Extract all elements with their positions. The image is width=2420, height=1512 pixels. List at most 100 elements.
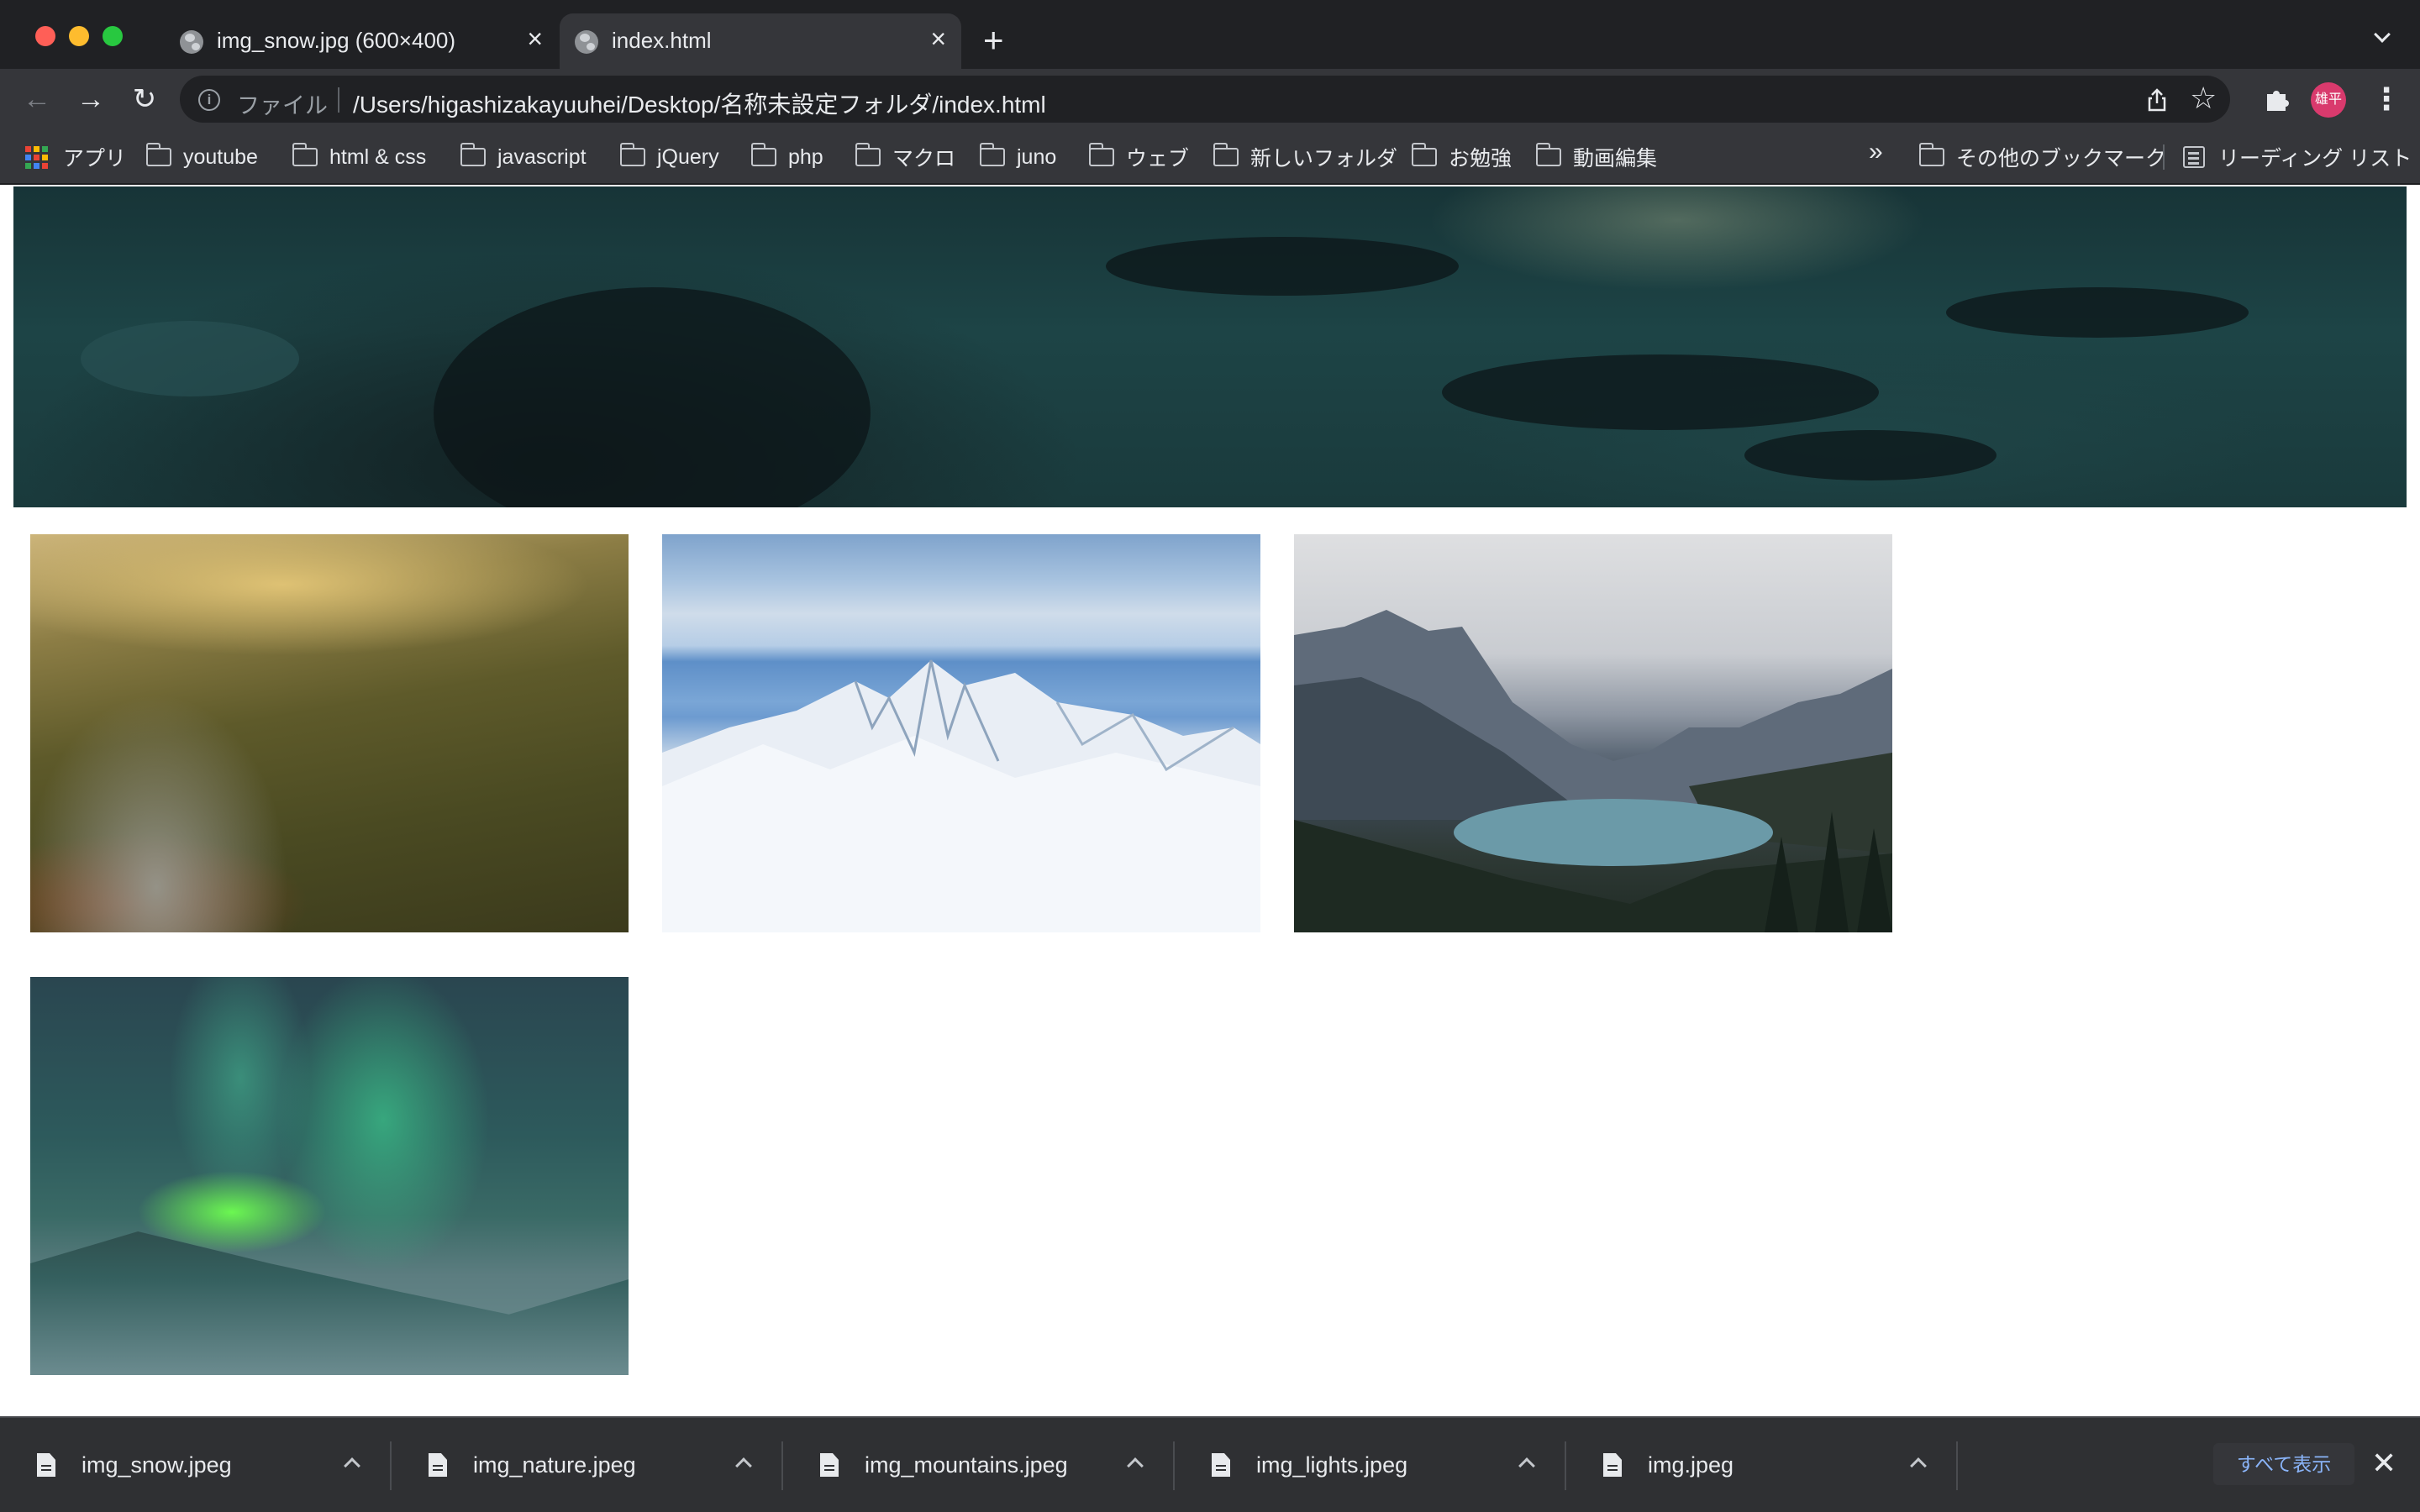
bookmark-label: お勉強 <box>1449 147 1512 171</box>
photo-mountains <box>1294 534 1892 932</box>
apps-grid-icon <box>25 145 48 169</box>
folder-icon <box>979 143 1005 166</box>
scheme-label: ファイル <box>237 93 328 118</box>
reload-button[interactable]: ↻ <box>126 81 163 118</box>
bookmark-new-folder[interactable]: 新しいフォルダ <box>1213 139 1397 175</box>
folder-icon <box>292 143 318 166</box>
window-minimize-button[interactable] <box>69 26 89 46</box>
bookmark-other-bookmarks[interactable]: その他のブックマーク <box>1918 139 2167 175</box>
folder-icon <box>1088 143 1114 166</box>
chevron-up-icon[interactable] <box>735 1457 752 1474</box>
browser-toolbar: ← → ↻ i ファイル /Users/higashizakayuuhei/De… <box>0 69 2420 129</box>
chevron-up-icon[interactable] <box>1910 1457 1927 1474</box>
forward-button[interactable]: → <box>72 81 109 118</box>
reading-list-button[interactable]: リーディング リスト <box>2183 139 2412 175</box>
bookmark-label: リーディング リスト <box>2218 147 2412 171</box>
bookmark-label: juno <box>1017 144 1057 169</box>
profile-avatar[interactable]: 雄平 <box>2311 82 2346 118</box>
bookmark-html-css[interactable]: html & css <box>292 139 426 175</box>
share-icon[interactable] <box>2144 87 2170 113</box>
hero-image <box>13 186 2407 507</box>
globe-icon <box>180 30 203 54</box>
bookmarks-overflow-button[interactable]: » <box>1869 138 1883 166</box>
bookmarks-bar: アプリ youtube html & css javascript jQuery… <box>0 129 2420 185</box>
tab-search-button[interactable] <box>2371 25 2395 49</box>
download-item[interactable]: img_nature.jpeg <box>392 1418 783 1512</box>
extensions-icon[interactable] <box>2260 82 2294 116</box>
folder-icon <box>619 143 645 166</box>
bookmark-apps[interactable]: アプリ <box>25 139 126 175</box>
download-filename: img.jpeg <box>1648 1452 1734 1478</box>
tab-strip: img_snow.jpg (600×400) × index.html × + <box>0 0 2420 69</box>
chevron-up-icon[interactable] <box>1518 1457 1535 1474</box>
folder-icon <box>750 143 776 166</box>
tab-title: index.html <box>612 28 712 53</box>
bookmark-label: youtube <box>183 144 258 169</box>
bookmark-label: その他のブックマーク <box>1956 147 2167 171</box>
bookmark-label: アプリ <box>63 147 127 171</box>
download-item[interactable]: img_lights.jpeg <box>1175 1418 1566 1512</box>
folder-icon <box>460 143 486 166</box>
tab-close-icon[interactable]: × <box>527 24 543 53</box>
bookmark-label: マクロ <box>892 147 956 171</box>
bookmark-label: 新しいフォルダ <box>1250 147 1398 171</box>
photo-lights <box>30 977 629 1375</box>
file-icon <box>1603 1453 1622 1477</box>
bookmark-jquery[interactable]: jQuery <box>619 139 719 175</box>
bookmark-juno[interactable]: juno <box>979 139 1057 175</box>
download-filename: img_nature.jpeg <box>473 1452 636 1478</box>
divider <box>1956 1441 1958 1490</box>
bookmark-label: php <box>788 144 823 169</box>
browser-menu-button[interactable]: ⋮ <box>2371 81 2402 118</box>
bookmark-macro[interactable]: マクロ <box>855 139 955 175</box>
tab-index-html[interactable]: index.html × <box>560 13 961 69</box>
address-bar[interactable]: i ファイル /Users/higashizakayuuhei/Desktop/… <box>180 76 2230 123</box>
tab-title: img_snow.jpg (600×400) <box>217 28 456 53</box>
folder-icon <box>1213 143 1239 166</box>
file-icon <box>820 1453 839 1477</box>
window-close-button[interactable] <box>35 26 55 46</box>
new-tab-button[interactable]: + <box>983 23 1004 58</box>
globe-icon <box>575 30 598 54</box>
reading-list-icon <box>2183 146 2205 168</box>
bookmark-label: html & css <box>329 144 427 169</box>
download-filename: img_mountains.jpeg <box>865 1452 1068 1478</box>
download-item[interactable]: img_snow.jpeg <box>0 1418 392 1512</box>
download-shelf: img_snow.jpeg img_nature.jpeg img_mounta… <box>0 1416 2420 1512</box>
folder-icon <box>1918 143 1944 166</box>
chevron-down-icon <box>2374 26 2391 43</box>
bookmark-web[interactable]: ウェブ <box>1088 139 1189 175</box>
download-item[interactable]: img.jpeg <box>1566 1418 1958 1512</box>
snow-peaks <box>662 659 1260 932</box>
download-item[interactable]: img_mountains.jpeg <box>783 1418 1175 1512</box>
divider <box>2163 144 2165 170</box>
photo-nature <box>30 534 629 932</box>
chevron-up-icon[interactable] <box>1127 1457 1144 1474</box>
bookmark-youtube[interactable]: youtube <box>145 139 258 175</box>
tab-img-snow[interactable]: img_snow.jpg (600×400) × <box>165 13 558 69</box>
bookmark-label: 動画編集 <box>1573 147 1658 171</box>
chevron-up-icon[interactable] <box>344 1457 360 1474</box>
bookmark-video-editing[interactable]: 動画編集 <box>1535 139 1658 175</box>
folder-icon <box>855 143 881 166</box>
file-icon <box>1212 1453 1230 1477</box>
file-icon <box>37 1453 55 1477</box>
bookmark-php[interactable]: php <box>750 139 823 175</box>
bookmark-star-icon[interactable]: ☆ <box>2190 81 2217 116</box>
url-text[interactable]: /Users/higashizakayuuhei/Desktop/名称未設定フォ… <box>353 87 1046 120</box>
snowy-ridge <box>30 1231 629 1375</box>
divider <box>338 87 339 113</box>
window-zoom-button[interactable] <box>103 26 123 46</box>
tab-close-icon[interactable]: × <box>930 24 946 53</box>
photo-snow <box>662 534 1260 932</box>
info-icon[interactable]: i <box>198 89 220 111</box>
file-icon <box>429 1453 447 1477</box>
show-all-downloads-button[interactable]: すべて表示 <box>2213 1443 2354 1485</box>
bookmark-javascript[interactable]: javascript <box>460 139 587 175</box>
close-icon[interactable]: ✕ <box>2371 1446 2396 1480</box>
bookmark-study[interactable]: お勉強 <box>1411 139 1512 175</box>
back-button[interactable]: ← <box>18 81 55 118</box>
mountain-lake-scene <box>1294 610 1892 932</box>
folder-icon <box>145 143 171 166</box>
download-filename: img_snow.jpeg <box>82 1452 232 1478</box>
